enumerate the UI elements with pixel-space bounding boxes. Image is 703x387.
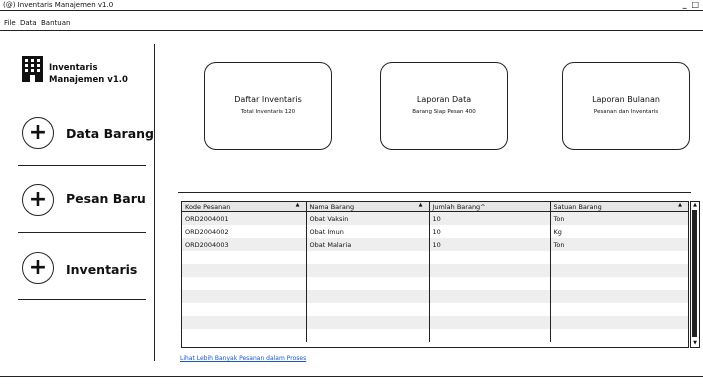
divider: [18, 299, 146, 300]
nav-inventaris[interactable]: + Inventaris: [22, 252, 167, 286]
sort-arrow-icon: ▲: [418, 202, 423, 208]
divider: [18, 232, 146, 233]
menu-bantuan[interactable]: Bantuan: [41, 19, 70, 27]
column-header-satuan[interactable]: Satuan Barang ▲: [550, 202, 688, 212]
scroll-down-icon[interactable]: ▼: [691, 340, 699, 347]
table-row: [182, 251, 688, 264]
table-scrollbar[interactable]: ▲ ▼: [690, 201, 700, 348]
building-icon: [22, 56, 43, 82]
orders-table: Kode Pesanan ▲ Nama Barang ▲ Jumlah Barang…: [181, 201, 689, 348]
content-divider: [178, 192, 691, 193]
scroll-up-icon[interactable]: ▲: [691, 202, 699, 209]
plus-icon: +: [22, 184, 54, 216]
table-row: [182, 303, 688, 316]
title-bar: (@) Inventaris Manajemen v1.0 _ □: [0, 0, 703, 11]
nav-label: Inventaris: [66, 262, 138, 277]
column-header-kode[interactable]: Kode Pesanan ▲: [182, 202, 307, 212]
card-daftar-inventaris[interactable]: Daftar Inventaris Total Inventaris 120: [204, 62, 332, 150]
table-row[interactable]: ORD2004003 Obat Malaria 10 Ton: [182, 238, 688, 251]
plus-icon: +: [22, 252, 54, 284]
card-subtitle: Pesanan dan Inventaris: [593, 109, 659, 115]
sidebar-divider: [154, 44, 155, 361]
plus-icon: +: [22, 117, 54, 149]
menu-file[interactable]: File: [4, 19, 16, 27]
card-subtitle: Total Inventaris 120: [240, 109, 296, 115]
window-controls[interactable]: _ □: [683, 0, 700, 10]
card-title: Daftar Inventaris: [234, 95, 302, 104]
card-laporan-bulanan[interactable]: Laporan Bulanan Pesanan dan Inventaris: [562, 62, 690, 150]
column-header-nama[interactable]: Nama Barang ▲: [306, 202, 430, 212]
table-row: [182, 277, 688, 290]
column-header-jumlah[interactable]: Jumlah Barang^: [429, 202, 551, 212]
card-laporan-data[interactable]: Laporan Data Barang Siap Pesan 400: [380, 62, 508, 150]
menu-data[interactable]: Data: [20, 19, 37, 27]
card-subtitle: Barang Siap Pesan 400: [412, 109, 476, 115]
nav-label: Pesan Baru: [66, 191, 146, 206]
sort-arrow-icon: ▲: [295, 202, 300, 208]
table-row: [182, 264, 688, 277]
nav-data-barang[interactable]: + Data Barang: [22, 117, 167, 151]
card-title: Laporan Bulanan: [592, 95, 660, 104]
app-name: Inventaris Manajemen v1.0: [49, 63, 128, 85]
status-divider: [0, 376, 703, 377]
divider: [18, 165, 146, 166]
card-title: Laporan Data: [416, 95, 472, 104]
more-orders-link[interactable]: Lihat Lebih Banyak Pesanan dalam Proses: [180, 355, 306, 362]
table-row[interactable]: ORD2004001 Obat Vaksin 10 Ton: [182, 211, 688, 225]
nav-pesan-baru[interactable]: + Pesan Baru: [22, 184, 167, 218]
scrollbar-thumb[interactable]: [692, 210, 697, 337]
window-title: (@) Inventaris Manajemen v1.0: [3, 1, 114, 9]
table-row[interactable]: ORD2004002 Obat Imun 10 Kg: [182, 225, 688, 238]
sort-arrow-icon: ▲: [678, 202, 682, 208]
menu-bar: File Data Bantuan: [0, 11, 703, 31]
table-row: [182, 290, 688, 303]
nav-label: Data Barang: [66, 126, 154, 141]
table-row: [182, 329, 688, 342]
table-row: [182, 316, 688, 329]
